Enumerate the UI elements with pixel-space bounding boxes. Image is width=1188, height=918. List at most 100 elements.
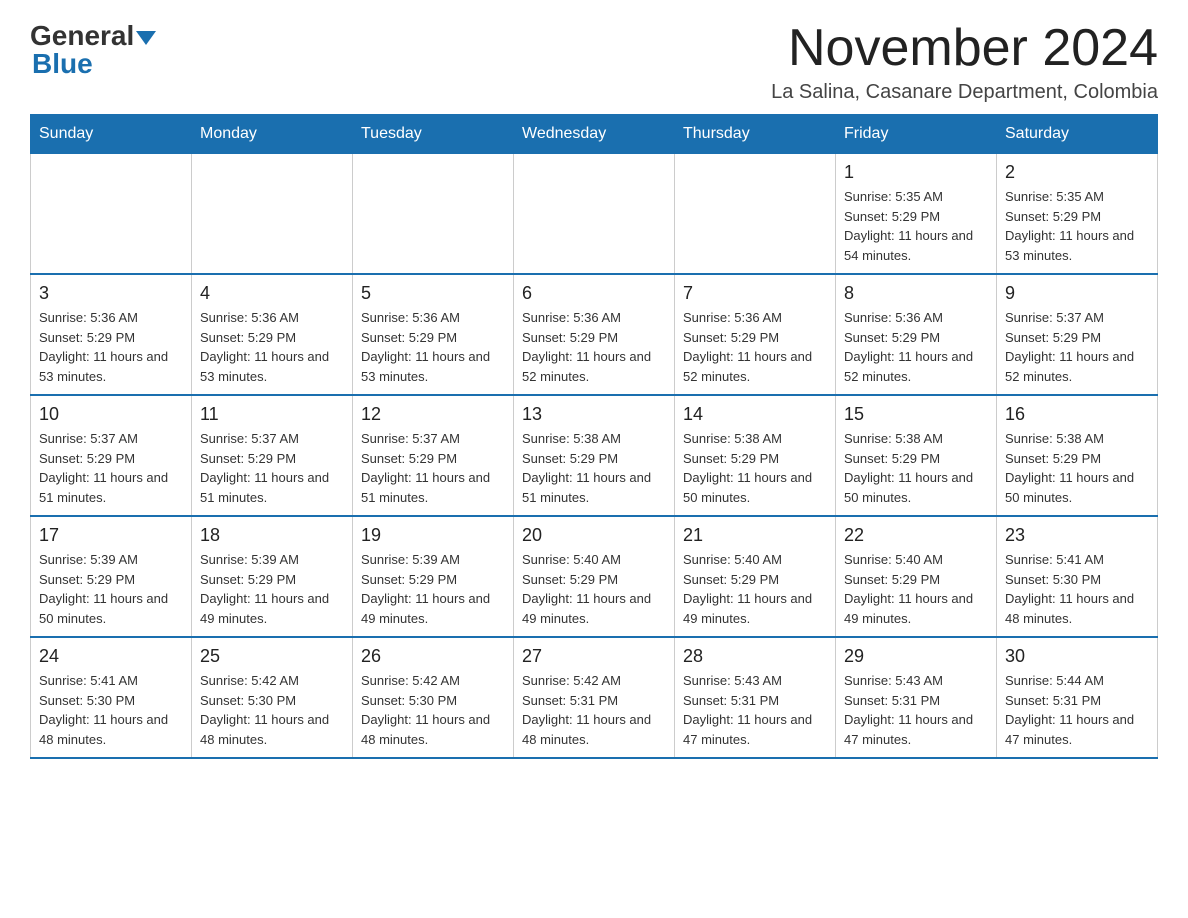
calendar-cell: 25 Sunrise: 5:42 AMSunset: 5:30 PMDayligh… [192, 637, 353, 758]
calendar-cell: 11Sunrise: 5:37 AMSunset: 5:29 PMDayligh… [192, 395, 353, 516]
calendar-cell [353, 154, 514, 275]
day-number: 21 [683, 525, 827, 546]
calendar-week-4: 17 Sunrise: 5:39 AMSunset: 5:29 PMDayligh… [31, 516, 1158, 637]
day-number: 28 [683, 646, 827, 667]
calendar-header-sunday: Sunday [31, 115, 192, 154]
day-number: 29 [844, 646, 988, 667]
calendar-week-2: 3 Sunrise: 5:36 AMSunset: 5:29 PMDaylight… [31, 274, 1158, 395]
day-info: Sunrise: 5:38 AMSunset: 5:29 PMDaylight:… [1005, 429, 1149, 507]
day-info: Sunrise: 5:40 AMSunset: 5:29 PMDaylight:… [844, 550, 988, 628]
day-info: Sunrise: 5:35 AMSunset: 5:29 PMDaylight:… [1005, 187, 1149, 265]
day-info: Sunrise: 5:43 AMSunset: 5:31 PMDaylight:… [683, 671, 827, 749]
calendar-header-monday: Monday [192, 115, 353, 154]
day-info: Sunrise: 5:37 AMSunset: 5:29 PMDaylight:… [361, 429, 505, 507]
calendar-cell: 10 Sunrise: 5:37 AMSunset: 5:29 PMDayligh… [31, 395, 192, 516]
calendar-table: SundayMondayTuesdayWednesdayThursdayFrid… [30, 114, 1158, 759]
day-number: 14 [683, 404, 827, 425]
day-number: 22 [844, 525, 988, 546]
header: General Blue November 2024 La Salina, Ca… [30, 20, 1158, 104]
day-number: 25 [200, 646, 344, 667]
day-info: Sunrise: 5:35 AMSunset: 5:29 PMDaylight:… [844, 187, 988, 265]
day-number: 5 [361, 283, 505, 304]
day-info: Sunrise: 5:38 AMSunset: 5:29 PMDaylight:… [683, 429, 827, 507]
calendar-cell: 21 Sunrise: 5:40 AMSunset: 5:29 PMDayligh… [675, 516, 836, 637]
calendar-header-friday: Friday [836, 115, 997, 154]
day-info: Sunrise: 5:39 AMSunset: 5:29 PMDaylight:… [39, 550, 183, 628]
day-info: Sunrise: 5:41 AMSunset: 5:30 PMDaylight:… [39, 671, 183, 749]
day-info: Sunrise: 5:36 AMSunset: 5:29 PMDaylight:… [522, 308, 666, 386]
calendar-header-saturday: Saturday [997, 115, 1158, 154]
day-info: Sunrise: 5:40 AMSunset: 5:29 PMDaylight:… [683, 550, 827, 628]
logo: General Blue [30, 20, 156, 80]
day-number: 19 [361, 525, 505, 546]
day-info: Sunrise: 5:36 AMSunset: 5:29 PMDaylight:… [200, 308, 344, 386]
logo-triangle-icon [136, 31, 156, 45]
calendar-cell: 20 Sunrise: 5:40 AMSunset: 5:29 PMDayligh… [514, 516, 675, 637]
title-area: November 2024 La Salina, Casanare Depart… [771, 20, 1158, 104]
calendar-cell: 29 Sunrise: 5:43 AMSunset: 5:31 PMDayligh… [836, 637, 997, 758]
calendar-cell: 2Sunrise: 5:35 AMSunset: 5:29 PMDaylight… [997, 154, 1158, 275]
day-number: 10 [39, 404, 183, 425]
calendar-cell: 3 Sunrise: 5:36 AMSunset: 5:29 PMDaylight… [31, 274, 192, 395]
calendar-header-tuesday: Tuesday [353, 115, 514, 154]
calendar-cell: 22 Sunrise: 5:40 AMSunset: 5:29 PMDayligh… [836, 516, 997, 637]
day-info: Sunrise: 5:39 AMSunset: 5:29 PMDaylight:… [361, 550, 505, 628]
calendar-cell: 9 Sunrise: 5:37 AMSunset: 5:29 PMDaylight… [997, 274, 1158, 395]
calendar-cell: 26Sunrise: 5:42 AMSunset: 5:30 PMDayligh… [353, 637, 514, 758]
calendar-cell: 18 Sunrise: 5:39 AMSunset: 5:29 PMDayligh… [192, 516, 353, 637]
calendar-header-wednesday: Wednesday [514, 115, 675, 154]
day-number: 18 [200, 525, 344, 546]
day-info: Sunrise: 5:43 AMSunset: 5:31 PMDaylight:… [844, 671, 988, 749]
calendar-cell [675, 154, 836, 275]
day-number: 17 [39, 525, 183, 546]
day-number: 1 [844, 162, 988, 183]
day-number: 13 [522, 404, 666, 425]
day-number: 16 [1005, 404, 1149, 425]
calendar-cell: 23 Sunrise: 5:41 AMSunset: 5:30 PMDayligh… [997, 516, 1158, 637]
day-number: 15 [844, 404, 988, 425]
logo-blue-text: Blue [30, 48, 93, 80]
day-info: Sunrise: 5:36 AMSunset: 5:29 PMDaylight:… [683, 308, 827, 386]
calendar-cell: 1 Sunrise: 5:35 AMSunset: 5:29 PMDaylight… [836, 154, 997, 275]
calendar-cell: 30 Sunrise: 5:44 AMSunset: 5:31 PMDayligh… [997, 637, 1158, 758]
day-number: 7 [683, 283, 827, 304]
day-number: 8 [844, 283, 988, 304]
calendar-week-3: 10 Sunrise: 5:37 AMSunset: 5:29 PMDayligh… [31, 395, 1158, 516]
day-info: Sunrise: 5:40 AMSunset: 5:29 PMDaylight:… [522, 550, 666, 628]
day-info: Sunrise: 5:38 AMSunset: 5:29 PMDaylight:… [522, 429, 666, 507]
day-info: Sunrise: 5:37 AMSunset: 5:29 PMDaylight:… [39, 429, 183, 507]
calendar-cell: 28 Sunrise: 5:43 AMSunset: 5:31 PMDayligh… [675, 637, 836, 758]
day-number: 11 [200, 404, 344, 425]
calendar-cell: 5 Sunrise: 5:36 AMSunset: 5:29 PMDaylight… [353, 274, 514, 395]
day-info: Sunrise: 5:36 AMSunset: 5:29 PMDaylight:… [361, 308, 505, 386]
calendar-cell: 17 Sunrise: 5:39 AMSunset: 5:29 PMDayligh… [31, 516, 192, 637]
calendar-week-1: 1 Sunrise: 5:35 AMSunset: 5:29 PMDaylight… [31, 154, 1158, 275]
day-number: 9 [1005, 283, 1149, 304]
calendar-cell: 4 Sunrise: 5:36 AMSunset: 5:29 PMDaylight… [192, 274, 353, 395]
calendar-week-5: 24Sunrise: 5:41 AMSunset: 5:30 PMDayligh… [31, 637, 1158, 758]
day-info: Sunrise: 5:37 AMSunset: 5:29 PMDaylight:… [1005, 308, 1149, 386]
day-number: 26 [361, 646, 505, 667]
calendar-cell: 8Sunrise: 5:36 AMSunset: 5:29 PMDaylight… [836, 274, 997, 395]
calendar-cell [192, 154, 353, 275]
calendar-header-row: SundayMondayTuesdayWednesdayThursdayFrid… [31, 115, 1158, 154]
day-number: 4 [200, 283, 344, 304]
day-info: Sunrise: 5:42 AMSunset: 5:30 PMDaylight:… [200, 671, 344, 749]
day-number: 20 [522, 525, 666, 546]
day-number: 12 [361, 404, 505, 425]
day-number: 3 [39, 283, 183, 304]
calendar-cell: 14 Sunrise: 5:38 AMSunset: 5:29 PMDayligh… [675, 395, 836, 516]
calendar-cell [514, 154, 675, 275]
day-number: 30 [1005, 646, 1149, 667]
day-info: Sunrise: 5:41 AMSunset: 5:30 PMDaylight:… [1005, 550, 1149, 628]
day-info: Sunrise: 5:36 AMSunset: 5:29 PMDaylight:… [39, 308, 183, 386]
calendar-cell: 27Sunrise: 5:42 AMSunset: 5:31 PMDayligh… [514, 637, 675, 758]
calendar-cell: 19 Sunrise: 5:39 AMSunset: 5:29 PMDayligh… [353, 516, 514, 637]
day-info: Sunrise: 5:44 AMSunset: 5:31 PMDaylight:… [1005, 671, 1149, 749]
calendar-cell: 6Sunrise: 5:36 AMSunset: 5:29 PMDaylight… [514, 274, 675, 395]
day-info: Sunrise: 5:38 AMSunset: 5:29 PMDaylight:… [844, 429, 988, 507]
calendar-cell: 7 Sunrise: 5:36 AMSunset: 5:29 PMDaylight… [675, 274, 836, 395]
day-number: 23 [1005, 525, 1149, 546]
calendar-cell: 12 Sunrise: 5:37 AMSunset: 5:29 PMDayligh… [353, 395, 514, 516]
day-info: Sunrise: 5:39 AMSunset: 5:29 PMDaylight:… [200, 550, 344, 628]
